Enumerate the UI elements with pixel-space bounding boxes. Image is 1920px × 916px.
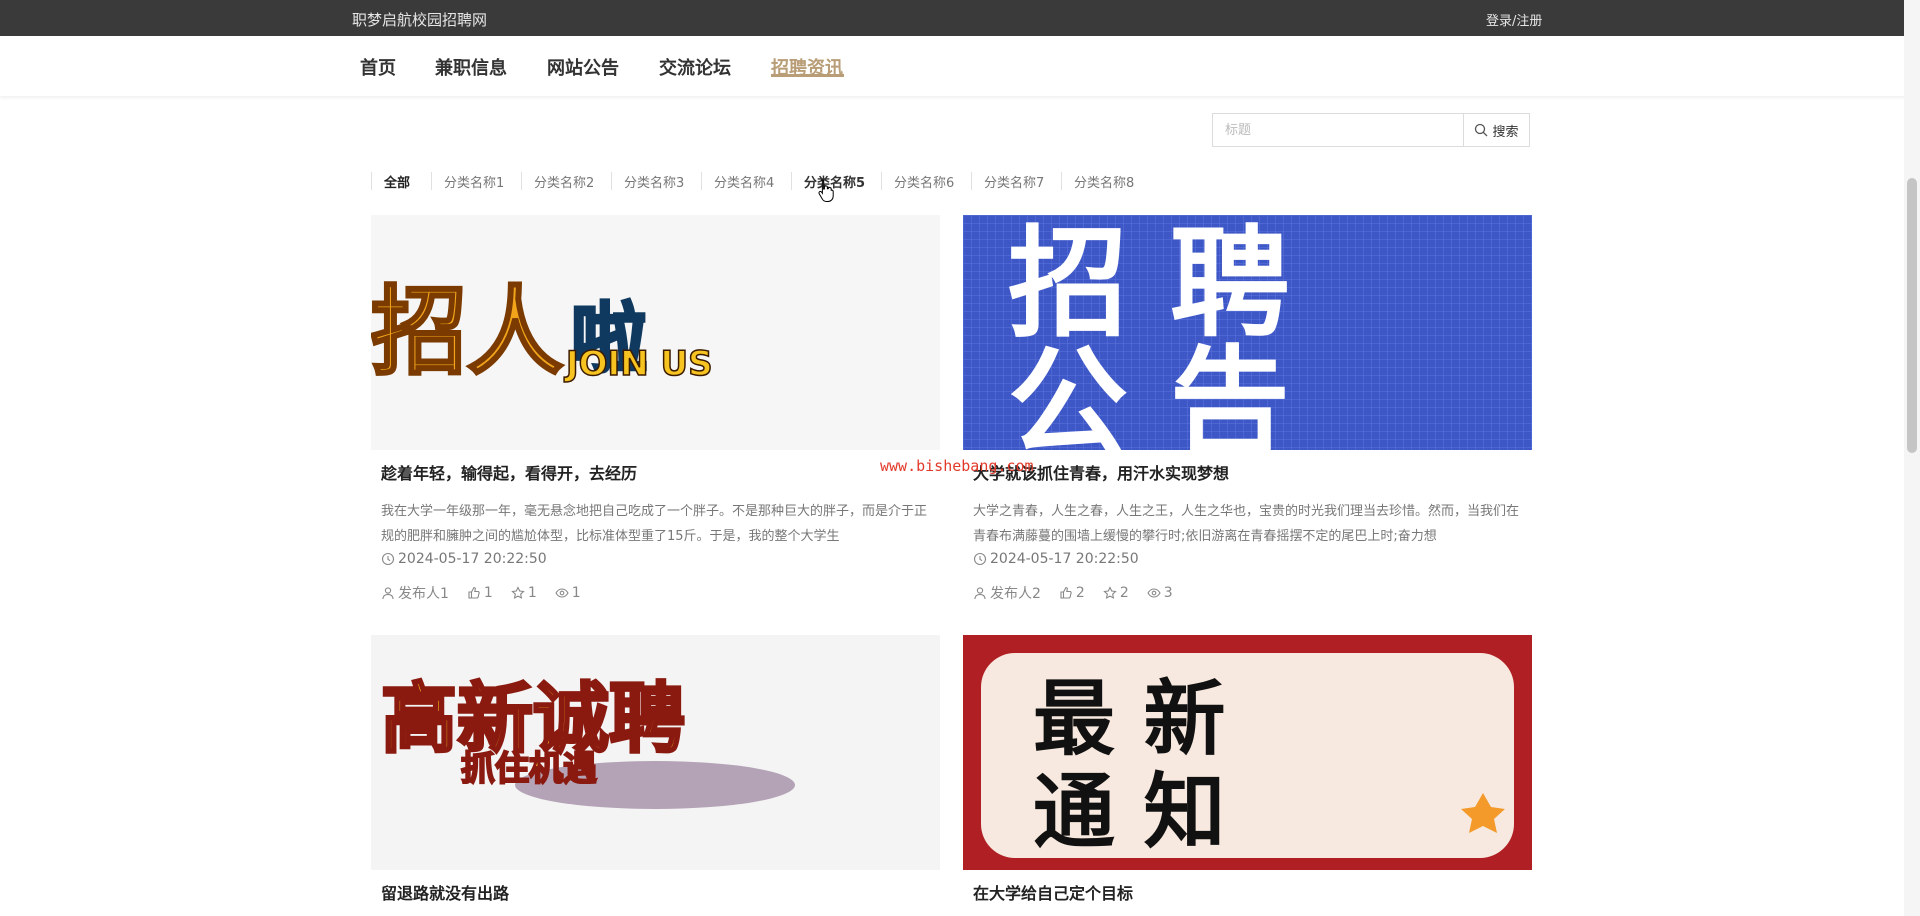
user-icon (382, 587, 394, 600)
top-bar: 职梦启航校园招聘网 登录/注册 (0, 0, 1920, 36)
image-text-gonggao: 公 告 (1008, 335, 1290, 450)
image-text-zhaoren: 招人 (371, 276, 563, 388)
nav-active-underline (771, 74, 844, 77)
nav-forum[interactable]: 交流论坛 (659, 54, 731, 80)
news-favorites-count: 1 (527, 585, 537, 601)
news-author-text: 发布人1 (398, 586, 449, 602)
news-card[interactable]: 招 聘 公 告 大学就该抓住青春，用汗水实现梦想 大学之青春，人生之春，人生之王… (963, 215, 1532, 615)
image-text-zuixin: 最 新 (1033, 672, 1226, 767)
news-views: 3 (1147, 583, 1173, 603)
eye-icon (1147, 588, 1161, 598)
category-7[interactable]: 分类名称7 (971, 172, 1044, 191)
news-date-text: 2024-05-17 20:22:50 (990, 551, 1139, 567)
hand-cursor-icon (818, 179, 834, 202)
nav-home[interactable]: 首页 (360, 54, 396, 80)
image-text-tongzhi: 通 知 (1033, 765, 1226, 860)
news-image[interactable]: 高新诚聘 抓住机遇 (371, 635, 940, 870)
news-image[interactable]: 招人 啦 JOIN US (371, 215, 940, 450)
thumbs-up-icon (468, 586, 480, 599)
page-scrollbar[interactable] (1904, 0, 1920, 916)
news-likes[interactable]: 1 (467, 583, 493, 603)
news-views-count: 1 (571, 585, 581, 601)
login-register-link[interactable]: 登录/注册 (1486, 10, 1542, 29)
news-views: 1 (555, 583, 581, 603)
news-favorites-count: 2 (1119, 585, 1129, 601)
news-favorites[interactable]: 1 (511, 583, 537, 603)
search-button[interactable]: 搜索 (1463, 114, 1529, 146)
category-4[interactable]: 分类名称4 (701, 172, 774, 191)
star-icon (1103, 586, 1117, 599)
clock-icon (973, 552, 987, 566)
news-date: 2024-05-17 20:22:50 (381, 551, 547, 567)
scrollbar-thumb[interactable] (1907, 178, 1917, 453)
eye-icon (555, 588, 569, 598)
category-6[interactable]: 分类名称6 (881, 172, 954, 191)
news-author: 发布人2 (973, 583, 1041, 603)
news-image[interactable]: 最 新 通 知 (963, 635, 1532, 870)
category-1[interactable]: 分类名称1 (431, 172, 504, 191)
star-icon (511, 586, 525, 599)
search-icon (1475, 123, 1488, 137)
category-2[interactable]: 分类名称2 (521, 172, 594, 191)
news-favorites[interactable]: 2 (1103, 583, 1129, 603)
site-title: 职梦启航校园招聘网 (352, 11, 488, 29)
watermark-url: www.bishebang.com (880, 457, 1034, 475)
news-meta: 发布人2 2 2 3 (973, 583, 1173, 603)
category-8[interactable]: 分类名称8 (1061, 172, 1134, 191)
news-description: 大学之青春，人生之春，人生之王，人生之华也，宝贵的时光我们理当去珍惜。然而，当我… (973, 504, 1520, 544)
nav-announcements[interactable]: 网站公告 (547, 54, 619, 80)
news-card[interactable]: 招人 啦 JOIN US 趁着年轻，输得起，看得开，去经历 我在大学一年级那一年… (371, 215, 940, 615)
nav-part-time[interactable]: 兼职信息 (435, 54, 507, 80)
news-date: 2024-05-17 20:22:50 (973, 551, 1139, 567)
category-all[interactable]: 全部 (371, 172, 410, 191)
news-date-text: 2024-05-17 20:22:50 (398, 551, 547, 567)
news-likes[interactable]: 2 (1059, 583, 1085, 603)
news-views-count: 3 (1163, 585, 1173, 601)
news-title[interactable]: 趁着年轻，输得起，看得开，去经历 (381, 460, 637, 484)
image-text-zhaopin: 招 聘 (1008, 215, 1290, 354)
news-author-text: 发布人2 (990, 586, 1041, 602)
category-3[interactable]: 分类名称3 (611, 172, 684, 191)
image-text-jiyu: 抓住机遇 (461, 749, 597, 789)
image-text-joinus: JOIN US (564, 344, 713, 384)
search-input[interactable] (1213, 114, 1463, 146)
news-image[interactable]: 招 聘 公 告 (963, 215, 1532, 450)
news-author: 发布人1 (381, 583, 449, 603)
user-icon (974, 587, 986, 600)
news-title[interactable]: 在大学给自己定个目标 (973, 880, 1133, 904)
thumbs-up-icon (1060, 586, 1072, 599)
news-card[interactable]: 最 新 通 知 在大学给自己定个目标 (963, 635, 1532, 916)
news-likes-count: 2 (1075, 585, 1085, 601)
news-title[interactable]: 留退路就没有出路 (381, 880, 509, 904)
clock-icon (381, 552, 395, 566)
news-description: 我在大学一年级那一年，毫无悬念地把自己吃成了一个胖子。不是那种巨大的胖子，而是介… (381, 504, 928, 544)
main-nav: 首页 兼职信息 网站公告 交流论坛 招聘资讯 (0, 36, 1920, 96)
news-meta: 发布人1 1 1 1 (381, 583, 581, 603)
news-card[interactable]: 高新诚聘 抓住机遇 留退路就没有出路 (371, 635, 940, 916)
search-box: 搜索 (1212, 113, 1530, 147)
news-likes-count: 1 (483, 585, 493, 601)
search-button-label: 搜索 (1492, 124, 1519, 140)
